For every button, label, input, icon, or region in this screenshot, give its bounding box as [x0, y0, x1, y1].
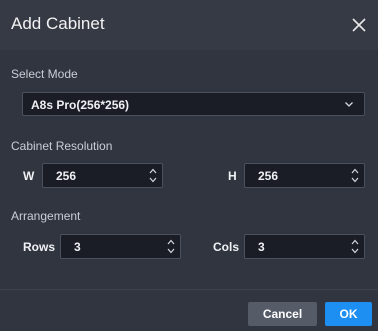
width-value: 256	[56, 169, 77, 183]
footer-divider	[0, 289, 378, 290]
height-label: H	[228, 169, 237, 183]
height-input[interactable]: 256	[244, 163, 365, 188]
spinner-icon[interactable]	[148, 166, 158, 185]
width-label: W	[23, 169, 35, 183]
cols-label: Cols	[213, 240, 240, 254]
dialog-titlebar: Add Cabinet	[0, 0, 378, 50]
arrangement-label: Arrangement	[11, 209, 81, 223]
spinner-icon[interactable]	[350, 237, 360, 256]
cols-value: 3	[258, 240, 265, 254]
dialog-title: Add Cabinet	[11, 14, 105, 33]
rows-input[interactable]: 3	[60, 234, 181, 259]
width-input[interactable]: 256	[42, 163, 163, 188]
cols-input[interactable]: 3	[244, 234, 365, 259]
rows-value: 3	[74, 240, 81, 254]
chevron-down-icon	[345, 102, 353, 107]
spinner-icon[interactable]	[166, 237, 176, 256]
select-mode-label: Select Mode	[11, 67, 78, 81]
cabinet-resolution-label: Cabinet Resolution	[11, 139, 113, 153]
spinner-icon[interactable]	[350, 166, 360, 185]
mode-select[interactable]: A8s Pro(256*256)	[22, 92, 365, 116]
close-icon[interactable]	[346, 12, 372, 38]
ok-button[interactable]: OK	[325, 302, 372, 326]
cancel-button[interactable]: Cancel	[248, 302, 317, 326]
mode-select-value: A8s Pro(256*256)	[31, 98, 130, 112]
add-cabinet-dialog: Add Cabinet Select Mode A8s Pro(256*256)…	[0, 0, 378, 331]
rows-label: Rows	[23, 240, 56, 254]
height-value: 256	[258, 169, 279, 183]
